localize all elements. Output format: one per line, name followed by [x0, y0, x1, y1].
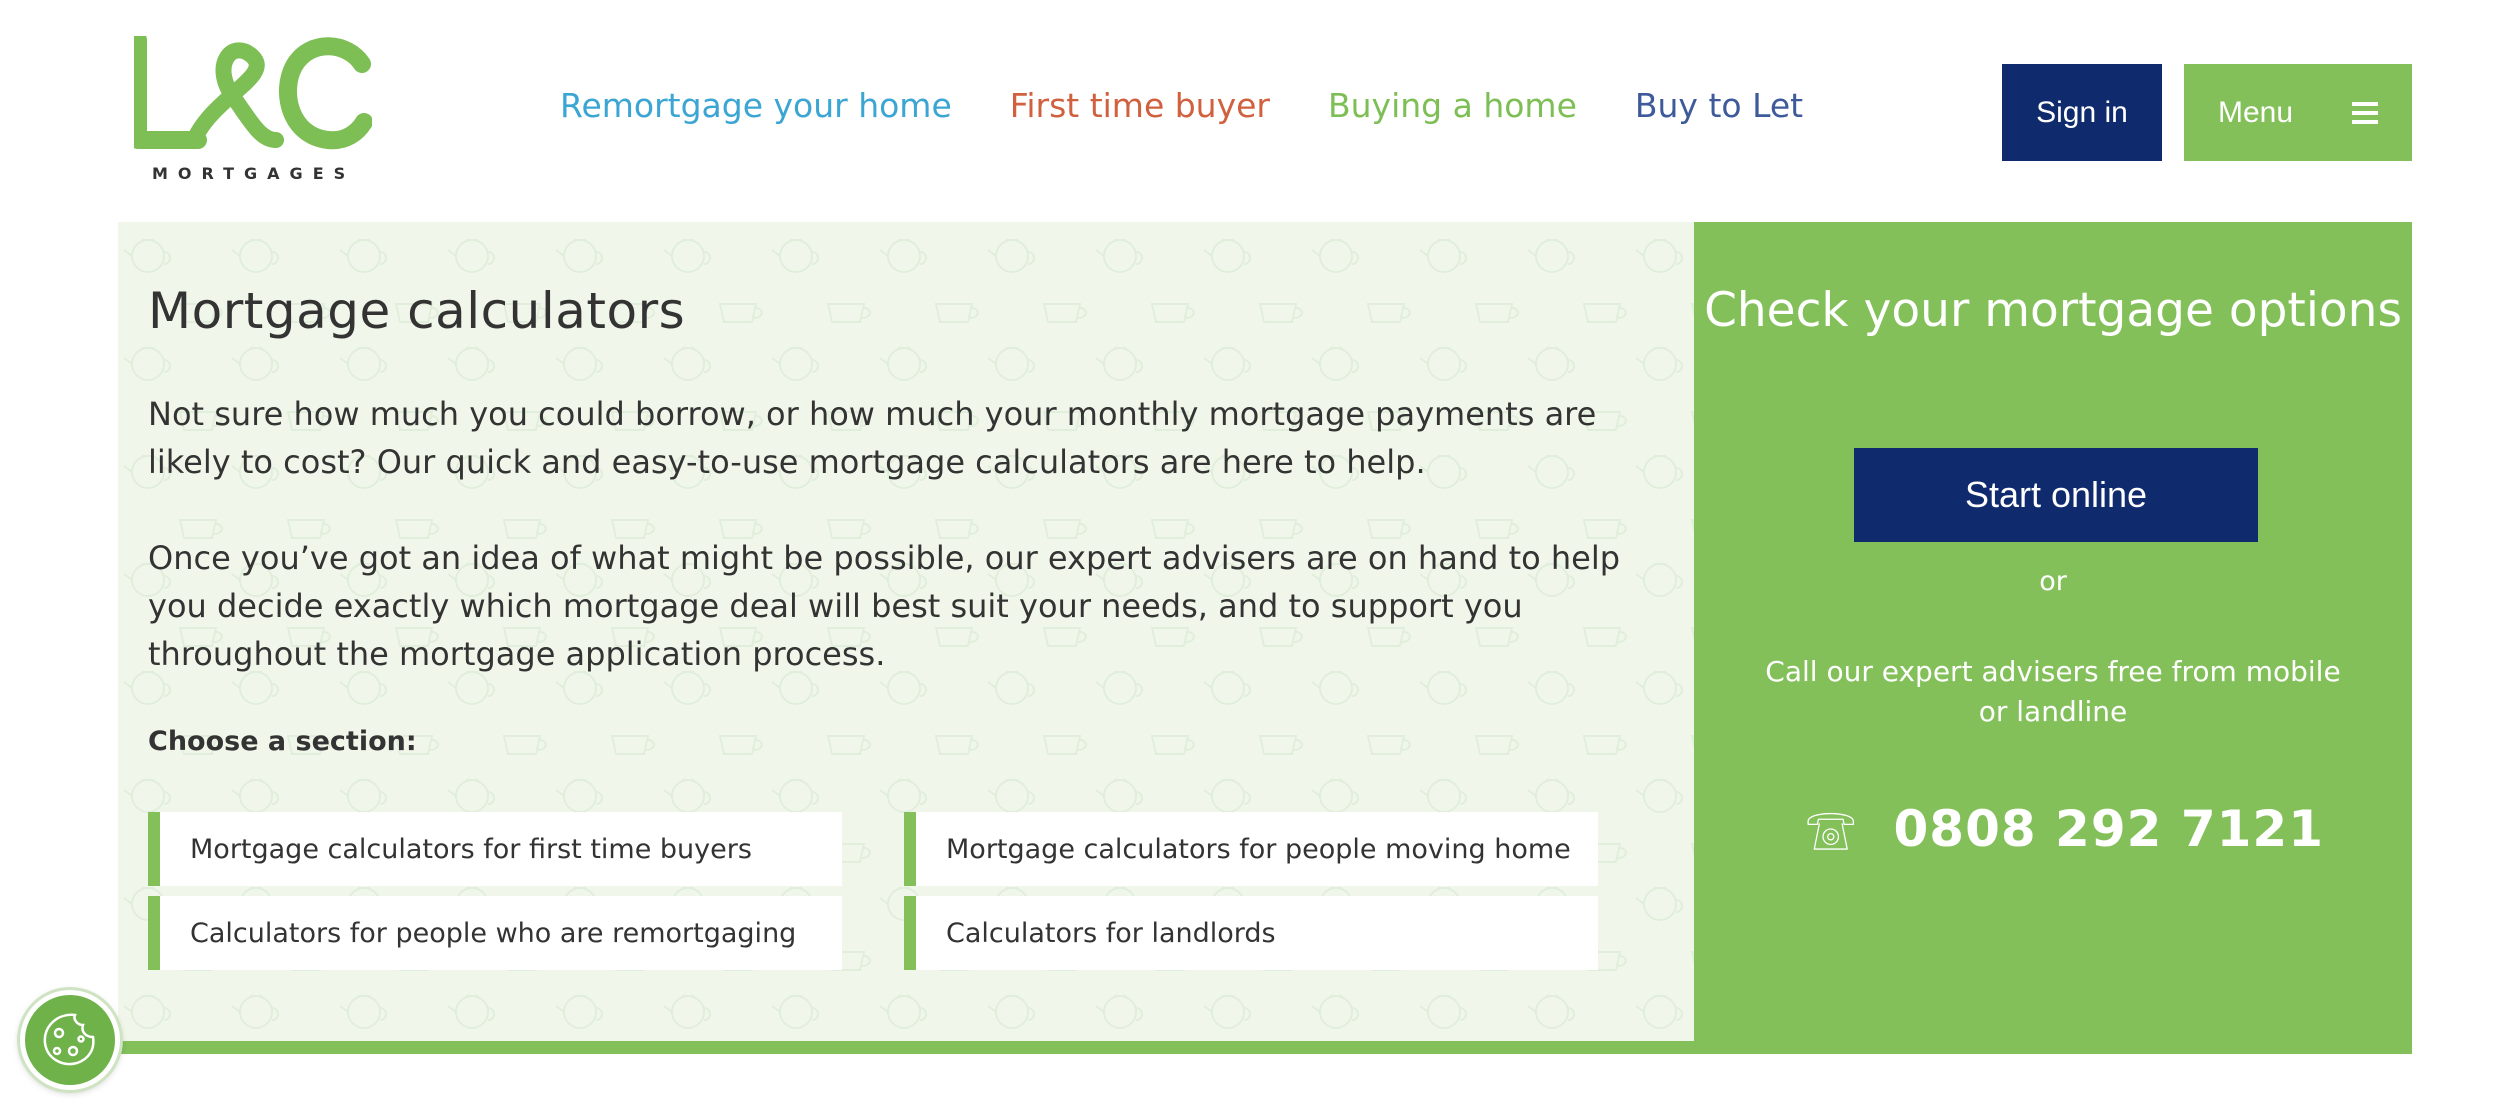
section-links: Mortgage calculators for first time buye… — [148, 812, 1618, 976]
logo-mark-icon — [134, 36, 372, 150]
cookie-icon — [43, 1013, 95, 1066]
sign-in-button[interactable]: Sign in — [2002, 64, 2162, 161]
cta-title: Check your mortgage options — [1704, 283, 2402, 338]
cookie-settings-button[interactable] — [20, 990, 120, 1090]
menu-label: Menu — [2218, 95, 2294, 129]
call-advisers-text: Call our expert advisers free from mobil… — [1765, 655, 2341, 728]
nav-first-time-buyer[interactable]: First time buyer — [1010, 86, 1270, 125]
hamburger-icon — [2352, 101, 2378, 124]
logo-subtitle: MORTGAGES — [152, 164, 356, 183]
intro-paragraph-1: Not sure how much you could borrow, or h… — [148, 395, 1597, 481]
page-title: Mortgage calculators — [148, 282, 686, 340]
section-first-time-buyers[interactable]: Mortgage calculators for first time buye… — [148, 812, 842, 886]
phone-row: 0808 292 7121 — [1804, 784, 2324, 874]
section-landlords[interactable]: Calculators for landlords — [904, 896, 1598, 970]
site-header: MORTGAGES Remortgage your home First tim… — [0, 0, 2514, 220]
choose-section-label: Choose a section: — [148, 726, 417, 757]
mortgage-options-panel: Check your mortgage options Start online… — [1694, 222, 2412, 1054]
intro-paragraph-2: Once you’ve got an idea of what might be… — [148, 539, 1621, 673]
nav-buy-to-let[interactable]: Buy to Let — [1635, 86, 1803, 125]
section-moving-home[interactable]: Mortgage calculators for people moving h… — [904, 812, 1598, 886]
nav-remortgage[interactable]: Remortgage your home — [560, 86, 952, 125]
calculators-hero: Mortgage calculators Not sure how much y… — [118, 222, 1694, 1054]
telephone-icon — [1807, 813, 1855, 850]
menu-button[interactable]: Menu — [2184, 64, 2412, 161]
or-separator: or — [2039, 566, 2067, 597]
section-remortgaging[interactable]: Calculators for people who are remortgag… — [148, 896, 842, 970]
nav-buying-a-home[interactable]: Buying a home — [1328, 86, 1577, 125]
start-online-button[interactable]: Start online — [1854, 448, 2258, 542]
main-nav: Remortgage your home First time buyer Bu… — [560, 86, 1861, 125]
hero-content: Mortgage calculators Not sure how much y… — [148, 282, 1688, 757]
phone-number-link[interactable]: 0808 292 7121 — [1893, 800, 2324, 858]
lc-mortgages-logo[interactable]: MORTGAGES — [134, 36, 374, 186]
